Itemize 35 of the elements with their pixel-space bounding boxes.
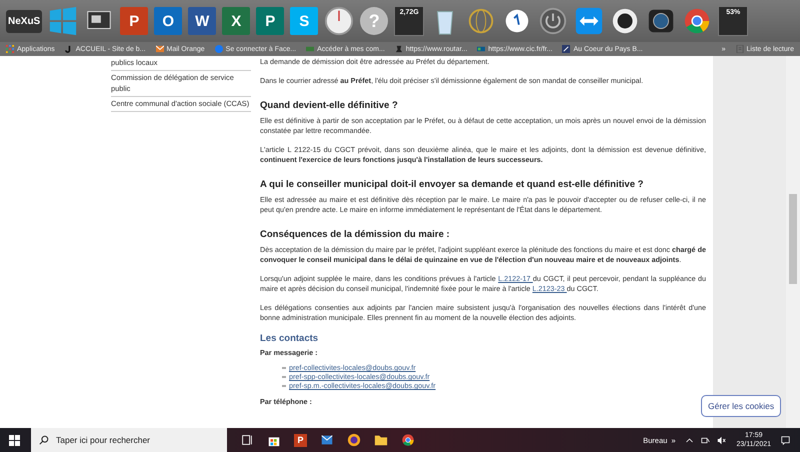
contacts-heading: Les contacts	[260, 333, 320, 344]
muted-speaker-icon[interactable]	[717, 436, 726, 444]
app-icon[interactable]: P	[256, 7, 284, 35]
app-icon[interactable]: X	[222, 7, 250, 35]
site-icon	[214, 45, 223, 53]
app-icon[interactable]: W	[188, 7, 216, 35]
section-heading: Quand devient-elle définitive ?	[260, 100, 399, 111]
windows-start-icon[interactable]	[9, 434, 20, 446]
section-heading: A qui le conseiller municipal doit-il envoyer sa demande et quand est-elle définitive ?	[260, 179, 644, 190]
folder-icon[interactable]	[374, 433, 388, 447]
section-heading: Conséquences de la démission du maire :	[260, 229, 451, 240]
search-field[interactable]: Taper ici pour rechercher	[31, 428, 227, 452]
mail-icon[interactable]	[320, 433, 334, 447]
notification-icon[interactable]	[781, 436, 790, 444]
envelope-icon	[156, 45, 164, 53]
reading-list-icon	[736, 45, 744, 53]
apps-grid-icon	[6, 45, 14, 53]
logo[interactable]: NeXuS	[6, 10, 42, 32]
site-icon	[477, 45, 486, 53]
scrollbar-thumb[interactable]	[789, 194, 797, 284]
manage-cookies-button[interactable]: Gérer les cookies	[701, 395, 782, 417]
site-icon	[306, 45, 314, 53]
chrome-icon[interactable]	[401, 433, 415, 447]
chevron-up-icon[interactable]	[685, 436, 694, 444]
power-icon[interactable]	[538, 6, 568, 36]
site-icon	[562, 45, 570, 53]
clock-icon[interactable]	[324, 6, 354, 36]
app-icon[interactable]: O	[154, 7, 182, 35]
app-icon[interactable]: P	[294, 434, 307, 446]
app-icon[interactable]: P	[120, 7, 148, 35]
browser-icon[interactable]	[347, 433, 361, 447]
site-icon	[64, 45, 73, 53]
search-icon	[39, 435, 49, 445]
site-icon	[394, 45, 403, 53]
task-view-icon[interactable]	[240, 433, 254, 447]
